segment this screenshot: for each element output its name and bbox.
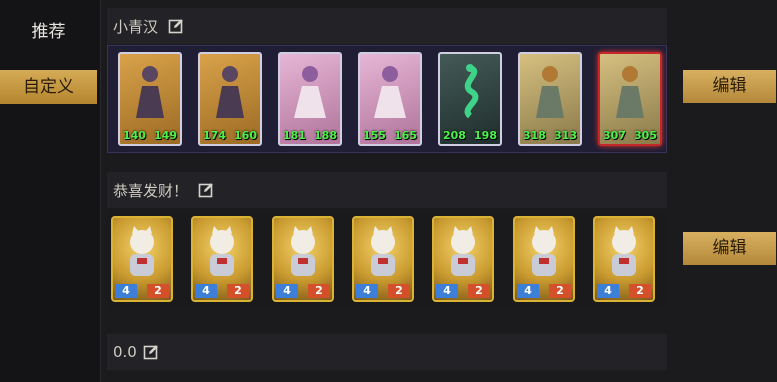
character-icon <box>136 66 164 118</box>
character-icon <box>616 66 644 118</box>
character-icon <box>536 66 564 118</box>
cat-icon <box>371 226 395 276</box>
power-badge: 2 <box>308 284 330 298</box>
unit-card[interactable]: 155 165 <box>358 52 422 146</box>
cat-icon <box>210 226 234 276</box>
cat-card[interactable]: 4 2 <box>191 216 253 302</box>
snake-icon <box>464 64 479 119</box>
stat-right: 198 <box>474 129 497 142</box>
deck-header: 恭喜发财！ <box>107 172 667 208</box>
cat-card[interactable]: 4 2 <box>593 216 655 302</box>
stat-left: 307 <box>603 129 626 142</box>
cat-icon <box>291 226 315 276</box>
power-badge: 2 <box>147 284 169 298</box>
cost-badge: 4 <box>597 284 619 298</box>
power-badge: 2 <box>468 284 490 298</box>
cost-badge: 4 <box>276 284 298 298</box>
power-badge: 2 <box>549 284 571 298</box>
unit-card[interactable]: 140 149 <box>118 52 182 146</box>
stat-left: 155 <box>363 129 386 142</box>
unit-card[interactable]: 174 160 <box>198 52 262 146</box>
cat-icon <box>612 226 636 276</box>
stat-left: 140 <box>123 129 146 142</box>
stat-right: 305 <box>634 129 657 142</box>
unit-card-selected[interactable]: 307 305 <box>598 52 662 146</box>
cat-card[interactable]: 4 2 <box>111 216 173 302</box>
edit-button[interactable]: 编辑 <box>683 232 776 265</box>
unit-card[interactable]: 181 188 <box>278 52 342 146</box>
cat-card[interactable]: 4 2 <box>432 216 494 302</box>
cost-badge: 4 <box>356 284 378 298</box>
stat-right: 165 <box>394 129 417 142</box>
deck-header: 0.0 <box>107 334 667 370</box>
unit-card[interactable]: 208 198 <box>438 52 502 146</box>
power-badge: 2 <box>227 284 249 298</box>
sidebar: 推荐 自定义 <box>0 0 101 382</box>
cost-badge: 4 <box>436 284 458 298</box>
stat-right: 313 <box>554 129 577 142</box>
deck-title: 恭喜发财！ <box>113 181 189 200</box>
deck-cards: 140 149 174 160 181 188 155 165 208 198 <box>107 45 667 153</box>
deck-title: 0.0 <box>113 343 137 361</box>
character-icon <box>294 66 326 118</box>
edit-icon[interactable] <box>143 344 159 360</box>
deck-header: 小青汉 <box>107 8 667 44</box>
unit-card[interactable]: 318 313 <box>518 52 582 146</box>
cat-icon <box>532 226 556 276</box>
power-badge: 2 <box>629 284 651 298</box>
power-badge: 2 <box>388 284 410 298</box>
edit-button[interactable]: 编辑 <box>683 70 776 103</box>
cat-card[interactable]: 4 2 <box>352 216 414 302</box>
cat-card[interactable]: 4 2 <box>272 216 334 302</box>
cat-icon <box>451 226 475 276</box>
cost-badge: 4 <box>115 284 137 298</box>
tab-custom[interactable]: 自定义 <box>0 70 97 104</box>
edit-icon[interactable] <box>198 182 214 198</box>
stat-left: 208 <box>443 129 466 142</box>
cost-badge: 4 <box>195 284 217 298</box>
cat-card[interactable]: 4 2 <box>513 216 575 302</box>
cost-badge: 4 <box>517 284 539 298</box>
stat-right: 160 <box>234 129 257 142</box>
cat-icon <box>130 226 154 276</box>
stat-left: 174 <box>203 129 226 142</box>
stat-right: 188 <box>314 129 337 142</box>
edit-icon[interactable] <box>168 18 184 34</box>
character-icon <box>216 66 244 118</box>
stat-left: 181 <box>283 129 306 142</box>
character-icon <box>374 66 406 118</box>
tab-recommended[interactable]: 推荐 <box>0 15 97 49</box>
deck-title: 小青汉 <box>113 17 159 36</box>
stat-right: 149 <box>154 129 177 142</box>
deck-list: 小青汉 140 149 174 160 181 188 155 165 208 … <box>102 0 667 382</box>
stat-left: 318 <box>523 129 546 142</box>
deck-cards: 4 2 4 2 4 2 4 2 4 2 4 2 4 2 <box>107 210 667 310</box>
